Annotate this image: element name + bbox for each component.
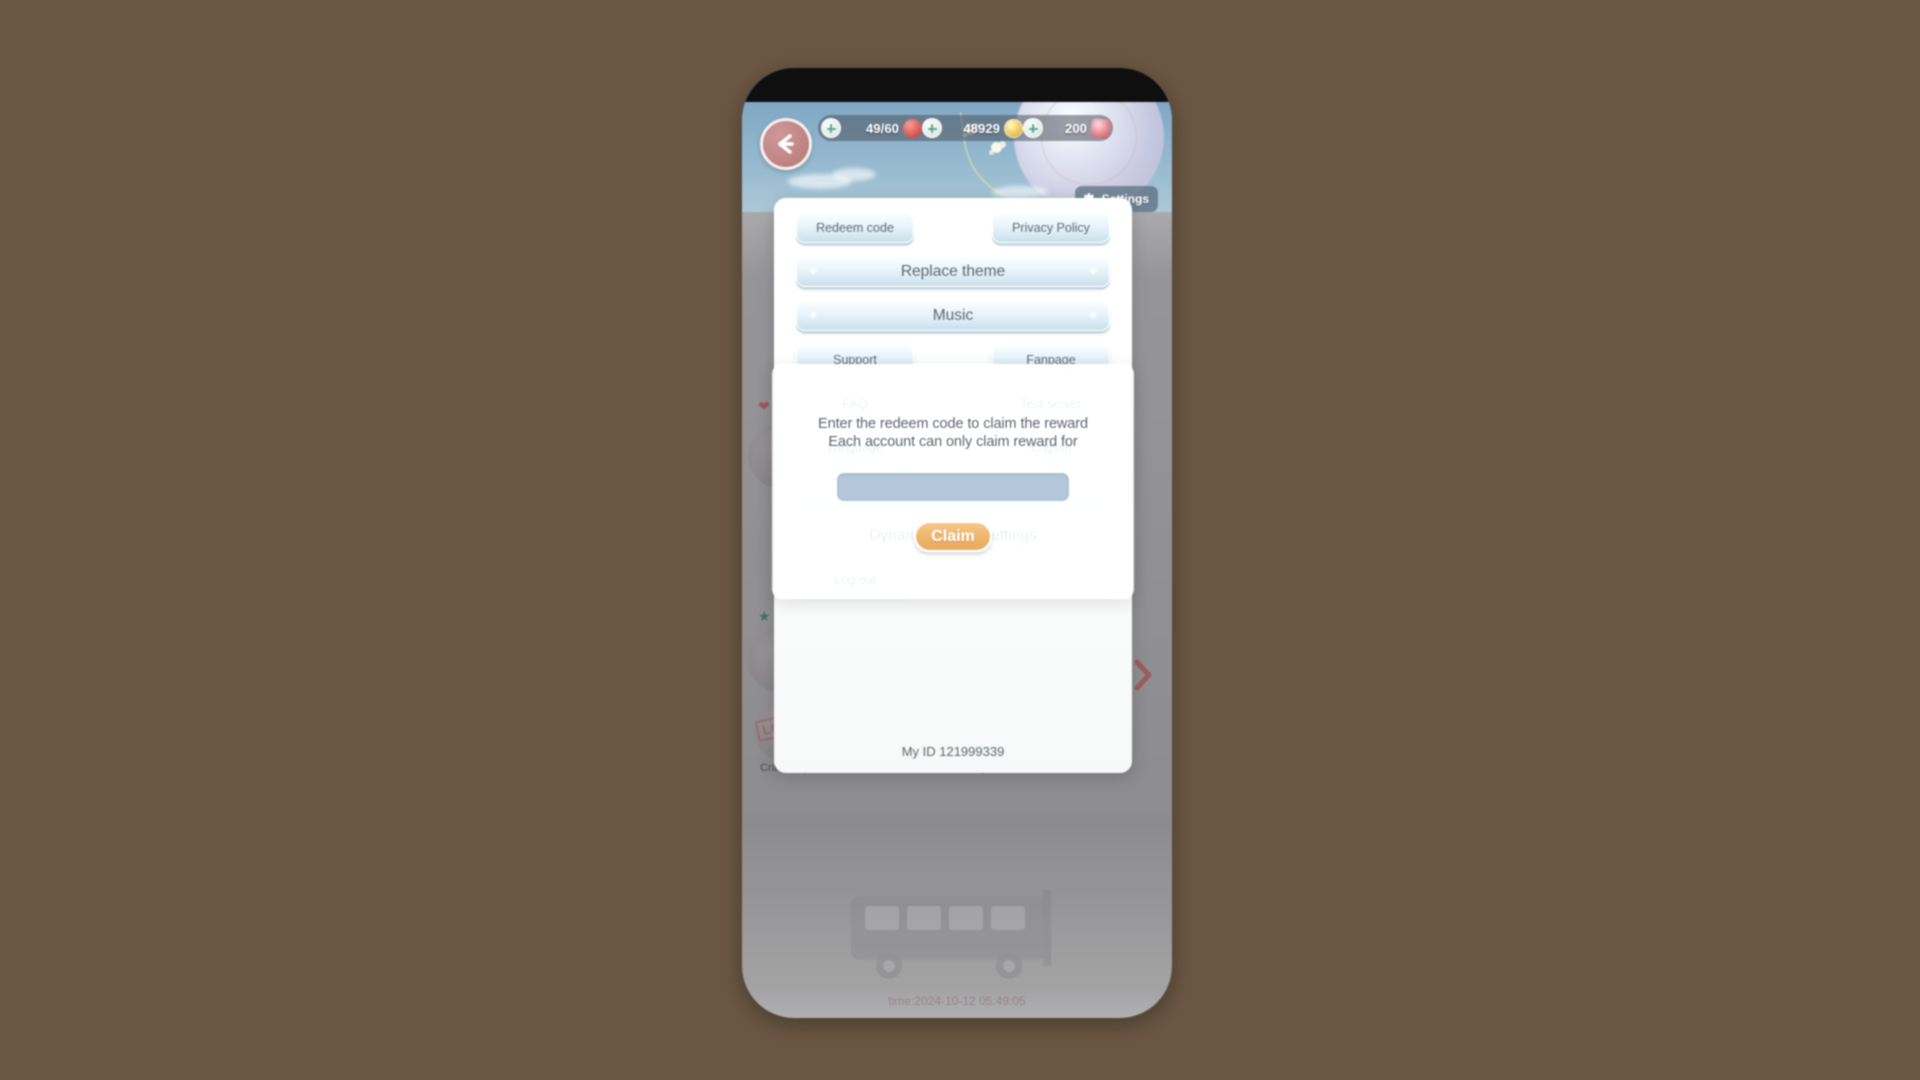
sparkle-icon: ✦: [808, 265, 818, 278]
sparkle-icon: ✦: [1088, 265, 1098, 278]
cloud-decoration: [832, 168, 876, 181]
redeem-instructions-line2: Each account can only claim reward for: [828, 433, 1078, 450]
replace-theme-label: Replace theme: [900, 262, 1006, 280]
gem-icon: [1089, 117, 1112, 139]
heart-icon: [903, 118, 922, 138]
redeem-instructions: Enter the redeem code to claim the rewar…: [818, 416, 1088, 451]
resource-coin[interactable]: 48929: [922, 118, 1023, 138]
replace-theme-button[interactable]: ✦ Replace theme ✦: [796, 256, 1110, 287]
settings-row-1: Redeem code Privacy Policy: [796, 212, 1110, 243]
resource-bar: 49/60 48929 200: [818, 115, 1113, 141]
my-id-label: My ID 121999339: [901, 744, 1005, 759]
sparkle-icon: ✦: [1088, 309, 1098, 322]
heart-stat-icon: ❤: [758, 398, 770, 414]
redeem-code-input[interactable]: [837, 473, 1069, 502]
gem-value: 200: [1065, 120, 1087, 136]
sparkle-icon: ✦: [808, 309, 818, 322]
status-bar-notch: [742, 68, 1172, 102]
blossom-decoration: [991, 142, 1002, 153]
star-stat-icon: ★: [758, 608, 771, 624]
phone-device-frame: 49/60 48929 200 ❤ ★ time:2024-10-12 05:4…: [742, 68, 1172, 1018]
coin-icon: [1004, 118, 1023, 138]
music-label: Music: [932, 306, 974, 324]
resource-energy[interactable]: 49/60: [821, 118, 922, 138]
chevron-right-icon: [1134, 659, 1152, 691]
redeem-code-label: Redeem code: [816, 220, 894, 235]
game-timestamp: time:2024-10-12 05:49:05: [888, 994, 1026, 1008]
next-page-button[interactable]: [1130, 658, 1156, 697]
add-energy-icon[interactable]: [821, 118, 841, 138]
privacy-policy-button[interactable]: Privacy Policy: [992, 212, 1110, 243]
redeem-code-modal: Enter the redeem code to claim the rewar…: [772, 364, 1134, 599]
back-button[interactable]: [760, 118, 812, 170]
energy-value: 49/60: [865, 120, 899, 136]
music-button[interactable]: ✦ Music ✦: [796, 300, 1110, 331]
bus-watermark-icon: [851, 890, 1051, 979]
claim-button-label: Claim: [931, 527, 975, 545]
phone-screen: 49/60 48929 200 ❤ ★ time:2024-10-12 05:4…: [742, 68, 1172, 1018]
add-gem-icon[interactable]: [1023, 118, 1043, 138]
resource-gem[interactable]: 200: [1023, 117, 1112, 139]
redeem-code-button[interactable]: Redeem code: [796, 212, 914, 243]
add-coin-icon[interactable]: [922, 118, 942, 138]
cloud-decoration: [992, 186, 1048, 198]
privacy-policy-label: Privacy Policy: [1012, 220, 1090, 235]
back-arrow-icon: [778, 134, 794, 154]
claim-button[interactable]: Claim: [914, 521, 992, 553]
screenshot-root: 49/60 48929 200 ❤ ★ time:2024-10-12 05:4…: [0, 0, 1920, 1080]
redeem-instructions-line1: Enter the redeem code to claim the rewar…: [818, 416, 1088, 432]
coin-value: 48929: [963, 120, 1000, 136]
